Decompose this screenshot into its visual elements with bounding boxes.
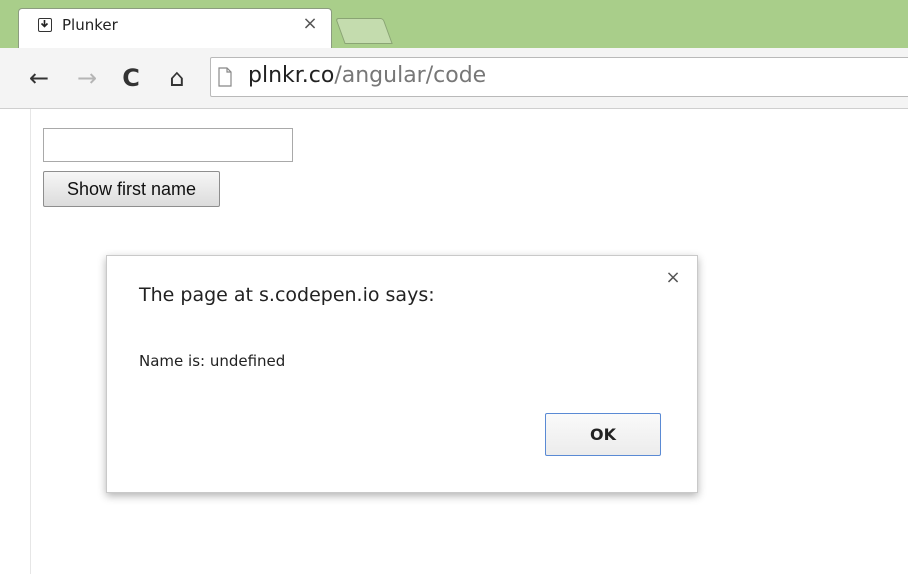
url-host: plnkr.co xyxy=(248,63,335,88)
forward-arrow-icon[interactable]: → xyxy=(74,64,100,92)
alert-dialog: The page at s.codepen.io says: × Name is… xyxy=(106,255,698,493)
ok-button[interactable]: OK xyxy=(545,413,661,456)
name-input[interactable] xyxy=(43,128,293,162)
close-icon[interactable]: × xyxy=(663,268,683,288)
reload-icon[interactable]: C xyxy=(118,64,144,92)
tab-title: Plunker xyxy=(62,16,118,34)
page-divider xyxy=(30,109,31,574)
back-arrow-icon[interactable]: ← xyxy=(26,64,52,92)
url-text[interactable]: plnkr.co/angular/code xyxy=(248,63,486,88)
tab-close-icon[interactable]: × xyxy=(300,14,320,34)
url-path: /angular/code xyxy=(334,63,487,88)
dialog-title: The page at s.codepen.io says: xyxy=(139,284,435,306)
dialog-message: Name is: undefined xyxy=(139,352,286,370)
page-icon xyxy=(218,67,232,87)
home-icon[interactable]: ⌂ xyxy=(164,64,190,92)
download-icon xyxy=(38,18,52,32)
show-first-name-button[interactable]: Show first name xyxy=(43,171,220,207)
new-tab-button[interactable] xyxy=(335,18,393,44)
